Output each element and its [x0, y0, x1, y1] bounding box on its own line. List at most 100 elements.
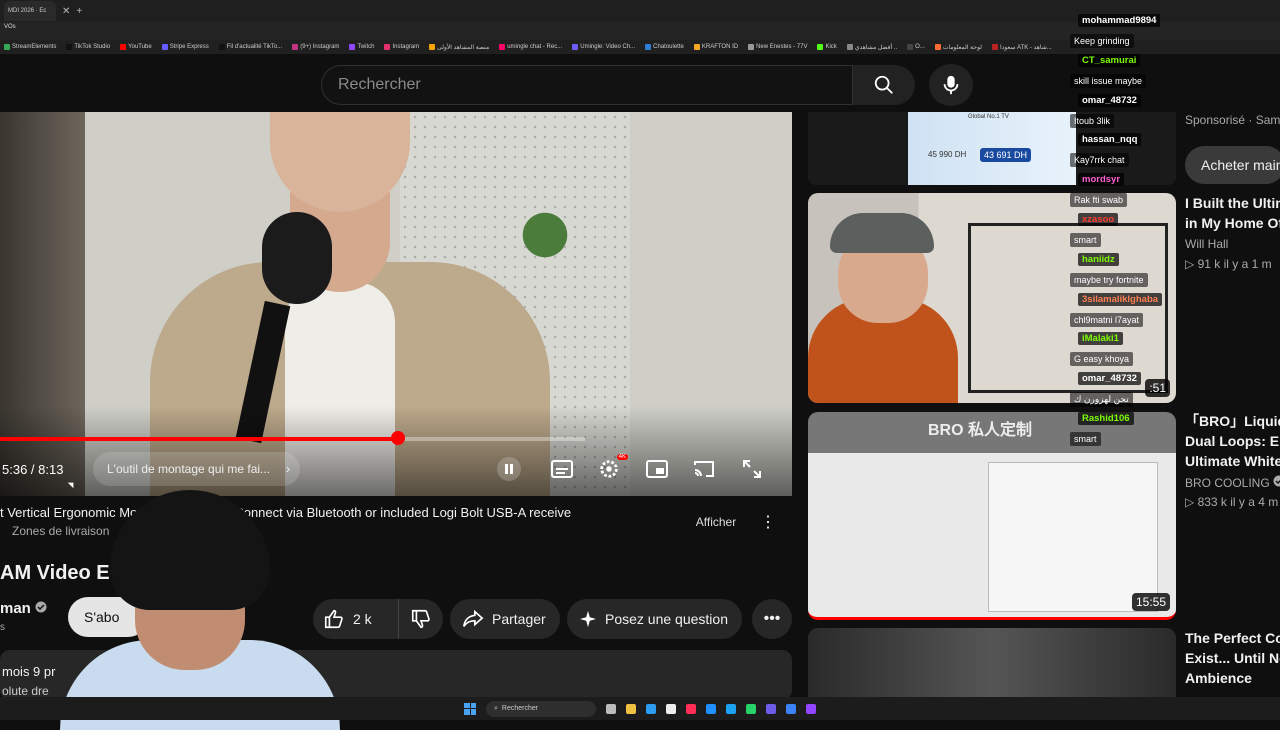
chat-text: Rak fti swab: [1070, 193, 1128, 208]
chat-text: Keep grinding: [1070, 34, 1134, 48]
subscriber-count: s: [0, 622, 5, 633]
cast-button[interactable]: [691, 458, 717, 480]
bookmark-favicon-icon: [66, 44, 73, 50]
video-thumbnail[interactable]: [808, 628, 1176, 708]
bookmark-favicon-icon: [846, 44, 853, 50]
bookmark-favicon-icon: [992, 44, 998, 50]
sidebar-video-title[interactable]: I Built the Ultim: [1185, 193, 1280, 213]
whatsapp-icon[interactable]: [746, 703, 756, 714]
show-product-button[interactable]: Afficher: [686, 508, 746, 536]
share-button[interactable]: Partager: [450, 599, 560, 639]
bookmark-item[interactable]: O...: [907, 44, 925, 50]
app-icon[interactable]: [666, 703, 676, 714]
bookmark-label: StreamElements: [12, 44, 57, 50]
fullscreen-button[interactable]: [739, 458, 765, 480]
miniplayer-button[interactable]: [644, 458, 670, 480]
bookmark-item[interactable]: منصة المشاهد الأولى: [429, 44, 489, 51]
discord-icon[interactable]: [766, 703, 776, 714]
bookmark-favicon-icon: [817, 44, 824, 50]
bookmark-item[interactable]: Stripe Express: [161, 44, 209, 50]
bookmark-item[interactable]: Twitch: [349, 44, 374, 50]
fullscreen-icon: [743, 460, 761, 478]
product-more-icon[interactable]: ⋮: [760, 512, 776, 532]
bookmark-item[interactable]: Umingle: Video Ch...: [572, 44, 635, 50]
ask-question-label: Posez une question: [605, 611, 728, 627]
task-view-icon[interactable]: [606, 703, 616, 714]
sidebar-video-title[interactable]: The Perfect Cof: [1185, 628, 1280, 648]
buy-button[interactable]: Acheter main: [1185, 146, 1280, 184]
voice-search-button[interactable]: [929, 64, 973, 106]
sidebar-video-title-line2[interactable]: in My Home Off: [1185, 213, 1280, 233]
bookmark-item[interactable]: YouTube: [120, 44, 152, 50]
video-duration: 15:55: [1131, 593, 1170, 611]
windows-start-icon[interactable]: [464, 702, 476, 715]
chat-text: smart: [1070, 432, 1101, 446]
bookmark-item[interactable]: TikTok Studio: [66, 44, 110, 50]
bookmark-favicon-icon: [907, 44, 914, 50]
new-tab-icon[interactable]: +: [76, 6, 82, 17]
more-actions-button[interactable]: •••: [752, 599, 792, 639]
pause-button[interactable]: [496, 457, 522, 481]
bookmark-item[interactable]: KRAFTON ID: [693, 44, 739, 50]
bookmark-item[interactable]: StreamElements: [4, 44, 56, 50]
progress-scrubber[interactable]: [390, 431, 405, 445]
video-thumbnail[interactable]: BRO 私人定制 15:55: [808, 412, 1176, 620]
search-button[interactable]: [853, 65, 915, 105]
sidebar-video-title-line2[interactable]: Dual Loops: Eng: [1185, 431, 1280, 451]
sidebar-video-title-line3[interactable]: Ultimate White: [1185, 451, 1280, 471]
search-input[interactable]: Rechercher: [321, 65, 853, 105]
sidebar-video-title-line2[interactable]: Exist... Until No: [1185, 648, 1280, 668]
address-text: VOs: [4, 24, 16, 30]
chapter-title: L'outil de montage qui me fai...: [107, 462, 271, 476]
bookmark-item[interactable]: New Enestes - 77V: [748, 44, 807, 50]
sidebar-video-channel[interactable]: BRO COOLING: [1185, 475, 1280, 490]
app-icon[interactable]: [786, 703, 796, 714]
chat-text: Itoub 3lik: [1070, 113, 1115, 128]
browser-tab[interactable]: MDI 2026 · Ec: [4, 1, 56, 21]
dislike-button[interactable]: [399, 599, 443, 639]
chapter-button[interactable]: L'outil de montage qui me fai... ›: [93, 452, 301, 486]
bookmark-item[interactable]: Kick: [817, 44, 837, 50]
app-icon[interactable]: [726, 703, 736, 714]
bookmark-item[interactable]: Chatoulette: [645, 44, 684, 50]
bookmark-favicon-icon: [349, 44, 356, 50]
chat-username: mohammad9894: [1078, 14, 1161, 27]
bookmark-item[interactable]: umingle chat - Rec...: [499, 44, 562, 50]
taskbar-search[interactable]: ⌕ Rechercher: [486, 700, 596, 717]
bookmark-label: YouTube: [128, 44, 152, 50]
app-icon[interactable]: [706, 703, 716, 714]
webcam-hair: [110, 490, 270, 610]
bookmark-item[interactable]: Instagram: [384, 44, 419, 50]
settings-button[interactable]: 4K: [596, 454, 628, 480]
sidebar-video-stats: ▷ 833 k il y a 4 m: [1185, 495, 1279, 509]
bookmark-item[interactable]: لوحة المعلومات: [934, 44, 982, 51]
bookmark-label: (9+) Instagram: [300, 44, 340, 50]
close-tab-icon[interactable]: ✕: [62, 6, 70, 17]
bookmark-favicon-icon: [120, 44, 127, 50]
sidebar-video-channel[interactable]: Will Hall: [1185, 237, 1228, 251]
ask-question-button[interactable]: Posez une question: [567, 599, 742, 639]
sidebar-video-title-line3[interactable]: Ambience: [1185, 668, 1252, 688]
tiktok-icon[interactable]: [686, 703, 696, 714]
bookmark-label: Umingle: Video Ch...: [580, 44, 636, 50]
subtitles-button[interactable]: [549, 458, 575, 480]
sidebar-video-title[interactable]: 「BRO」Liquid: [1185, 411, 1280, 431]
bookmark-item[interactable]: سعودا ATK - شاهد...: [992, 44, 1052, 51]
twitch-icon[interactable]: [806, 703, 816, 714]
video-frame-plant: [520, 207, 570, 277]
file-explorer-icon[interactable]: [626, 703, 636, 714]
bookmark-item[interactable]: Fil d'actualité TikTo...: [218, 44, 282, 50]
bookmark-item[interactable]: (9+) Instagram: [292, 44, 339, 50]
edge-icon[interactable]: [646, 703, 656, 714]
thumb-desk: [968, 223, 1168, 393]
bookmark-label: KRAFTON ID: [701, 44, 739, 50]
like-count: 2 k: [353, 611, 372, 627]
ad-sale-price: 43 691 DH: [980, 148, 1032, 162]
bookmark-favicon-icon: [693, 44, 700, 50]
bookmark-label: لوحة المعلومات: [942, 44, 982, 51]
chat-text: smart: [1070, 233, 1101, 247]
video-player[interactable]: 5:36 / 8:13 L'outil de montage qui me fa…: [0, 112, 792, 496]
bookmark-item[interactable]: أفضل مشاهدي ..: [846, 44, 897, 51]
progress-bar[interactable]: [0, 437, 585, 441]
miniplayer-icon: [646, 460, 668, 478]
